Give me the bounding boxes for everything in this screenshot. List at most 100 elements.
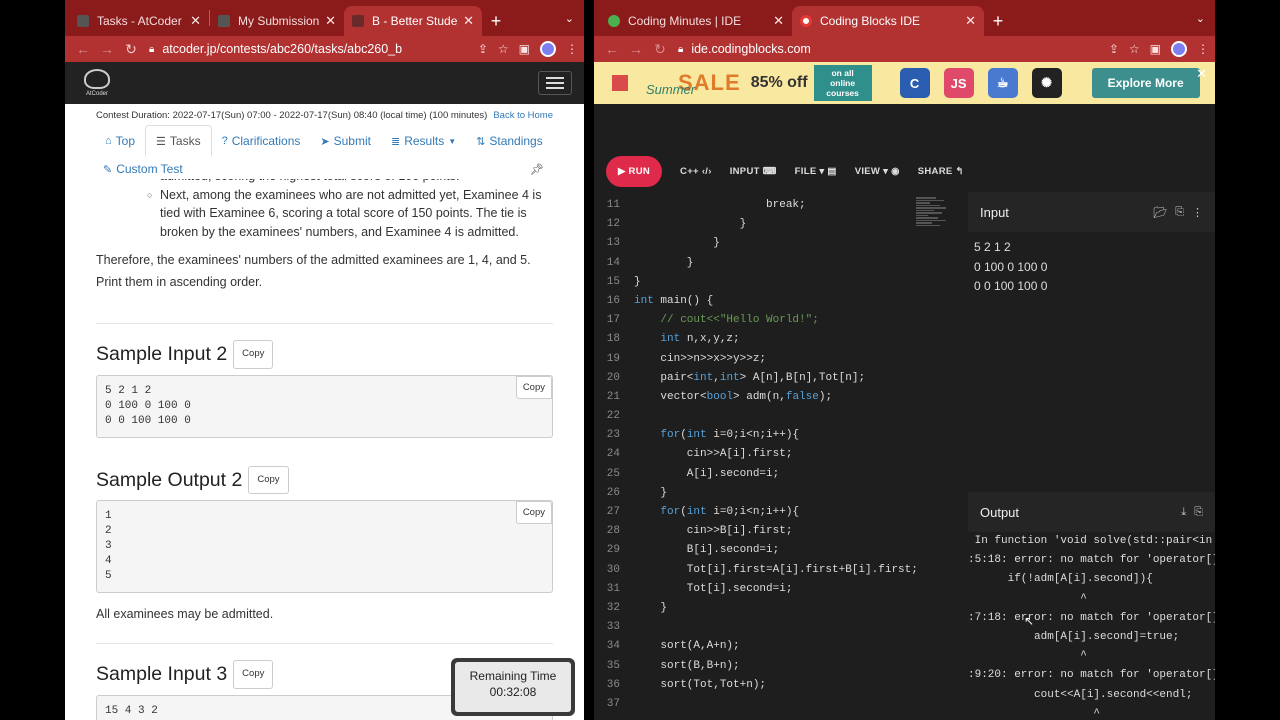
copy-button[interactable]: Copy bbox=[233, 660, 274, 689]
code-line[interactable]: 15} bbox=[594, 273, 914, 292]
attach-icon[interactable]: ⎘ bbox=[1175, 206, 1184, 219]
code-line[interactable]: 37 bbox=[594, 695, 914, 714]
explanation-conclusion: Therefore, the examinees' numbers of the… bbox=[96, 253, 531, 289]
code-line[interactable]: 14 } bbox=[594, 254, 914, 273]
tab-coding-minutes[interactable]: Coding Minutes | IDE ✕ bbox=[600, 6, 792, 36]
profile-avatar[interactable] bbox=[540, 41, 556, 57]
run-button[interactable]: ▶ RUN bbox=[606, 155, 663, 187]
back-to-home-link[interactable]: Back to Home bbox=[493, 110, 553, 121]
nav-custom-test[interactable]: ✎ Custom Test bbox=[103, 162, 183, 176]
code-line[interactable]: 26 } bbox=[594, 484, 914, 503]
bookmark-star-icon[interactable]: ☆ bbox=[498, 42, 509, 56]
code-line[interactable]: 24 cin>>A[i].first; bbox=[594, 445, 914, 464]
side-panel-icon[interactable]: ▣ bbox=[1150, 42, 1161, 56]
more-options-icon[interactable]: ⋮ bbox=[1192, 206, 1203, 219]
forward-icon[interactable]: → bbox=[95, 41, 119, 57]
tab-my-submissions[interactable]: My Submissions - A ✕ bbox=[210, 6, 344, 36]
line-number: 14 bbox=[606, 256, 620, 269]
input-content[interactable]: 5 2 1 2 0 100 0 100 0 0 0 100 100 0 bbox=[968, 232, 1215, 303]
side-panel-icon[interactable]: ▣ bbox=[519, 42, 530, 56]
input-line: 0 100 0 100 0 bbox=[974, 259, 1048, 274]
explore-more-button[interactable]: Explore More bbox=[1091, 68, 1200, 98]
forward-icon[interactable]: → bbox=[624, 41, 648, 57]
profile-avatar[interactable] bbox=[1171, 41, 1187, 57]
code-line[interactable]: 32 } bbox=[594, 599, 914, 618]
code-line[interactable]: 33 bbox=[594, 618, 914, 637]
close-tab-icon[interactable]: ✕ bbox=[190, 13, 201, 29]
reload-icon[interactable]: ↻ bbox=[119, 41, 143, 58]
nav-top[interactable]: ⌂ Top bbox=[95, 125, 145, 157]
reload-icon[interactable]: ↻ bbox=[648, 41, 672, 58]
summer-sale-banner[interactable]: SALE Summer 85% off on all online course… bbox=[594, 62, 1215, 104]
nav-results[interactable]: ≣ Results ▼ bbox=[381, 125, 466, 157]
tab-coding-blocks[interactable]: Coding Blocks IDE ✕ bbox=[792, 6, 984, 36]
code-line[interactable]: 19 cin>>n>>x>>y>>z; bbox=[594, 350, 914, 369]
new-tab-button[interactable]: + bbox=[482, 11, 510, 32]
code-line[interactable]: 13 } bbox=[594, 234, 914, 253]
code-line[interactable]: 23 for(int i=0;i<n;i++){ bbox=[594, 426, 914, 445]
input-panel-header: Input 📂︎ ⎘ ⋮ bbox=[968, 192, 1215, 232]
close-banner-icon[interactable]: ✕ bbox=[1196, 66, 1207, 82]
close-tab-icon[interactable]: ✕ bbox=[463, 13, 474, 29]
code-line[interactable]: 29 B[i].second=i; bbox=[594, 541, 914, 560]
code-line[interactable]: 17 // cout<<"Hello World!"; bbox=[594, 311, 914, 330]
menu-kebab-icon[interactable]: ⋮ bbox=[1197, 42, 1209, 56]
close-tab-icon[interactable]: ✕ bbox=[965, 13, 976, 29]
tab-search-chevron-icon[interactable]: ⌄ bbox=[1196, 12, 1205, 25]
code-line[interactable]: 11 break; bbox=[594, 196, 914, 215]
pin-icon[interactable]: 📌︎ bbox=[530, 163, 544, 176]
url-field[interactable]: 🔒︎ ide.codingblocks.com bbox=[678, 42, 1109, 56]
copy-button[interactable]: Copy bbox=[515, 501, 552, 524]
code-line[interactable]: 34 sort(A,A+n); bbox=[594, 637, 914, 656]
code-line[interactable]: 22 bbox=[594, 407, 914, 426]
back-icon[interactable]: ← bbox=[600, 41, 624, 57]
code-editor[interactable]: 11 break; 12 } 13 } 14 } 15} 16 int main() {17… bbox=[594, 196, 918, 720]
code-line[interactable]: 20 pair<int,int> A[n],B[n],Tot[n]; bbox=[594, 369, 914, 388]
nav-clarifications[interactable]: ? Clarifications bbox=[212, 125, 311, 157]
language-selector[interactable]: C++ ‹/› bbox=[680, 166, 712, 177]
nav-standings[interactable]: ⇅ Standings bbox=[466, 125, 553, 157]
close-tab-icon[interactable]: ✕ bbox=[325, 13, 336, 29]
back-icon[interactable]: ← bbox=[71, 41, 95, 57]
share-icon[interactable]: ⇪ bbox=[478, 42, 488, 56]
input-toggle[interactable]: INPUT ⌨ bbox=[730, 166, 777, 177]
tab-better-students[interactable]: B - Better Students ✕ bbox=[344, 6, 482, 36]
nav-tasks[interactable]: ☰ Tasks bbox=[145, 125, 212, 157]
code-line[interactable]: 27 for(int i=0;i<n;i++){ bbox=[594, 503, 914, 522]
code-line[interactable]: 36 sort(Tot,Tot+n); bbox=[594, 676, 914, 695]
share-icon[interactable]: ⇪ bbox=[1109, 42, 1119, 56]
copy-button[interactable]: Copy bbox=[233, 340, 274, 369]
url-field[interactable]: 🔒︎ atcoder.jp/contests/abc260/tasks/abc2… bbox=[149, 42, 478, 56]
code-line[interactable]: 28 cin>>B[i].first; bbox=[594, 522, 914, 541]
folder-open-icon[interactable]: 📂︎ bbox=[1153, 206, 1167, 219]
code-minimap[interactable] bbox=[916, 196, 954, 256]
close-tab-icon[interactable]: ✕ bbox=[773, 13, 784, 29]
copy-button[interactable]: Copy bbox=[248, 465, 289, 494]
line-number: 28 bbox=[606, 525, 620, 538]
right-address-bar: ← → ↻ 🔒︎ ide.codingblocks.com ⇪ ☆ ▣ ⋮ bbox=[594, 36, 1215, 62]
file-menu[interactable]: FILE ▾ ▤ bbox=[795, 166, 837, 177]
download-icon[interactable]: ⤓ bbox=[1181, 506, 1186, 519]
code-line[interactable]: 25 A[i].second=i; bbox=[594, 465, 914, 484]
hamburger-menu-button[interactable] bbox=[538, 71, 572, 95]
code-line[interactable]: 31 Tot[i].second=i; bbox=[594, 580, 914, 599]
bookmark-star-icon[interactable]: ☆ bbox=[1129, 42, 1140, 56]
code-line[interactable]: 21 vector<bool> adm(n,false); bbox=[594, 388, 914, 407]
nav-submit[interactable]: ➤ Submit bbox=[310, 125, 381, 157]
attach-icon[interactable]: ⎘ bbox=[1194, 506, 1203, 519]
tab-search-chevron-icon[interactable]: ⌄ bbox=[565, 12, 574, 25]
output-content[interactable]: In function 'void solve(std::pair<in:5:1… bbox=[954, 532, 1215, 720]
view-menu[interactable]: VIEW ▾ ◉ bbox=[855, 166, 900, 177]
code-line[interactable]: 16 int main() { bbox=[594, 292, 914, 311]
new-tab-button[interactable]: + bbox=[984, 11, 1012, 32]
c-language-icon: C bbox=[899, 68, 930, 98]
share-menu[interactable]: SHARE ↰ bbox=[918, 166, 964, 177]
code-line[interactable]: 18 int n,x,y,z; bbox=[594, 330, 914, 349]
code-line[interactable]: 35 sort(B,B+n); bbox=[594, 657, 914, 676]
tab-tasks[interactable]: Tasks - AtCoder Be ✕ bbox=[69, 6, 209, 36]
menu-kebab-icon[interactable]: ⋮ bbox=[566, 42, 578, 56]
atcoder-logo[interactable]: AtCoder bbox=[77, 66, 117, 100]
code-line[interactable]: 30 Tot[i].first=A[i].first+B[i].first; bbox=[594, 561, 918, 580]
code-line[interactable]: 12 } bbox=[594, 215, 914, 234]
copy-button[interactable]: Copy bbox=[515, 375, 552, 399]
